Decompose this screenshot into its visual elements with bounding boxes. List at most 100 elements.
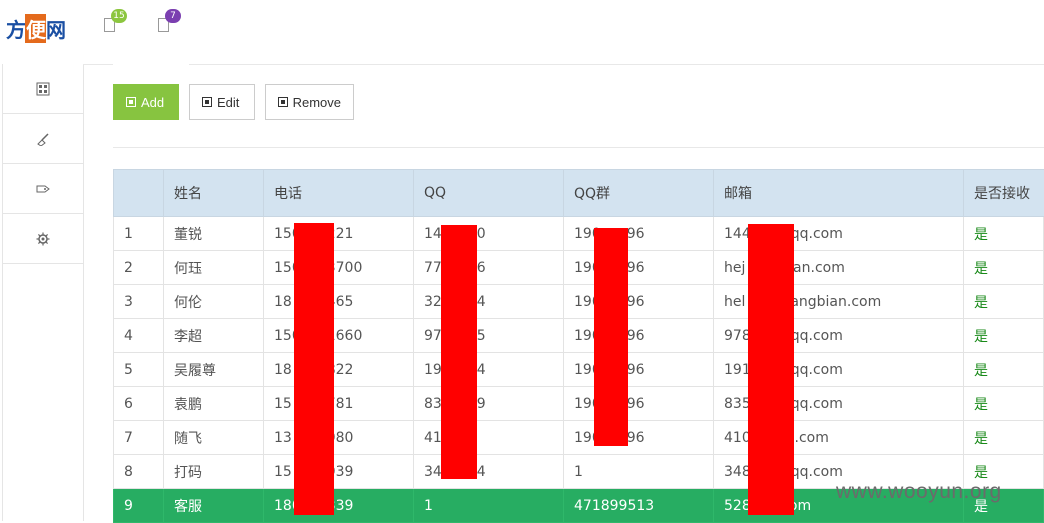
contacts-table: 姓名 电话 QQ QQ群 邮箱 是否接收 1董锐1502211450190961…	[113, 169, 1044, 523]
cell-receive-text: 是	[974, 362, 988, 379]
cell-email-text: 528	[724, 497, 751, 514]
cell-email-text: 191	[724, 361, 751, 378]
redaction-bar	[294, 223, 334, 515]
cell-phone-text: 13	[274, 429, 292, 446]
cell-phone: 13 1980	[263, 420, 414, 455]
cell-index-text: 3	[124, 293, 133, 310]
sidebar-item-dashboard[interactable]	[3, 64, 83, 114]
cell-name-text: 客服	[174, 498, 202, 515]
cell-qq-text: 34	[424, 463, 442, 480]
cell-name: 打码	[163, 454, 264, 489]
table-row[interactable]: 6袁鹏154781833919096835@qq.com是	[113, 386, 1044, 421]
cell-email-text: hej	[724, 259, 746, 276]
gear-icon	[36, 232, 50, 245]
redaction-bar	[748, 224, 794, 515]
cell-qq: 3254	[413, 284, 564, 319]
cell-qq-group: 190 96	[563, 284, 714, 319]
cell-qq-text: 1	[424, 497, 433, 514]
header-checkbox-col[interactable]	[113, 169, 164, 217]
cell-receive-text: 是	[974, 226, 988, 243]
notification-messages[interactable]: 15	[104, 9, 127, 32]
table-row[interactable]: 5吴履尊183822199419096191@qq.com是	[113, 352, 1044, 387]
cell-email-text: 144	[724, 225, 751, 242]
add-button[interactable]: Add	[113, 84, 179, 120]
cell-qq: 41	[413, 420, 564, 455]
cell-receive-text: 是	[974, 328, 988, 345]
cell-qq-text: 32	[424, 293, 442, 310]
table-header-row: 姓名 电话 QQ QQ群 邮箱 是否接收	[113, 169, 1044, 217]
top-bar: 方便网 15 7	[0, 0, 1044, 64]
cell-index: 6	[113, 386, 164, 421]
remove-button[interactable]: Remove	[265, 84, 354, 120]
cell-qq-group: 190 96	[563, 216, 714, 251]
cell-index: 4	[113, 318, 164, 353]
cell-name: 吴履尊	[163, 352, 264, 387]
cell-phone-text: 15	[274, 463, 292, 480]
watermark: www.wooyun.org	[836, 480, 1002, 503]
brush-icon	[37, 132, 49, 146]
cell-name: 客服	[163, 488, 264, 523]
redaction-bar	[441, 225, 477, 479]
cell-qq: 3464	[413, 454, 564, 489]
notification-tasks[interactable]: 7	[158, 9, 181, 32]
cell-phone-text: 18	[274, 293, 292, 310]
notification-badge: 15	[111, 9, 127, 23]
sidebar-item-settings[interactable]	[3, 214, 83, 264]
cell-name: 李超	[163, 318, 264, 353]
save-icon	[202, 97, 212, 107]
cell-qq-group: 1	[563, 454, 714, 489]
cell-qq-text: 77	[424, 259, 442, 276]
cell-index-text: 4	[124, 327, 133, 344]
header-name[interactable]: 姓名	[163, 169, 264, 217]
cell-index: 5	[113, 352, 164, 387]
cell-phone: 150 221	[263, 216, 414, 251]
sidebar	[2, 64, 84, 521]
cell-email-text: 410	[724, 429, 751, 446]
cell-phone: 18 3822	[263, 352, 414, 387]
cell-index: 8	[113, 454, 164, 489]
cell-phone: 180 339	[263, 488, 414, 523]
table-row[interactable]: 4李超1501660975519096978@qq.com是	[113, 318, 1044, 353]
active-tab-indicator[interactable]	[113, 62, 189, 66]
header-email[interactable]: 邮箱	[713, 169, 964, 217]
cell-receive-text: 是	[974, 294, 988, 311]
cell-qq-group-text: 1	[574, 463, 583, 480]
cell-qq: 1	[413, 488, 564, 523]
cell-name-text: 打码	[174, 464, 202, 481]
cell-email-text: 348	[724, 463, 751, 480]
header-phone[interactable]: 电话	[263, 169, 414, 217]
cell-qq-group-text: 471899513	[574, 497, 655, 514]
cell-qq-group-text: 96	[626, 395, 645, 412]
cell-qq-text: 41	[424, 429, 442, 446]
cell-email-text: 835	[724, 395, 751, 412]
cell-index-text: 8	[124, 463, 133, 480]
header-qq[interactable]: QQ	[413, 169, 564, 217]
cell-qq: 1450	[413, 216, 564, 251]
sidebar-item-tools[interactable]	[3, 114, 83, 164]
cell-qq: 9755	[413, 318, 564, 353]
cell-receive: 是	[963, 284, 1044, 319]
cell-name: 袁鹏	[163, 386, 264, 421]
table-row[interactable]: 2何珏1503700776619096hejgbian.com是	[113, 250, 1044, 285]
header-qq-group[interactable]: QQ群	[563, 169, 714, 217]
sidebar-item-tags[interactable]	[3, 164, 83, 214]
header-receive[interactable]: 是否接收	[963, 169, 1044, 217]
edit-button[interactable]: Edit	[189, 84, 255, 120]
logo-mid-char: 便	[25, 14, 46, 43]
cell-email-text: 978	[724, 327, 751, 344]
table-row[interactable]: 1董锐150221145019096144@qq.com是	[113, 216, 1044, 251]
cell-index-text: 2	[124, 259, 133, 276]
cell-qq-group-text: 96	[626, 327, 645, 344]
cell-receive-text: 是	[974, 464, 988, 481]
grid-icon	[36, 82, 50, 95]
table-row[interactable]: 3何伦182465325419096hel@fangbian.com是	[113, 284, 1044, 319]
cell-index: 2	[113, 250, 164, 285]
table-row[interactable]: 7 随飞 13 1980 41 190 96 410 qq.com 是	[113, 420, 1044, 455]
cell-qq-group-text: 96	[626, 361, 645, 378]
cell-phone: 18 2465	[263, 284, 414, 319]
cell-name: 董锐	[163, 216, 264, 251]
cell-receive: 是	[963, 216, 1044, 251]
cell-qq-text: 97	[424, 327, 442, 344]
cell-receive-text: 是	[974, 396, 988, 413]
logo[interactable]: 方便网	[6, 14, 66, 43]
